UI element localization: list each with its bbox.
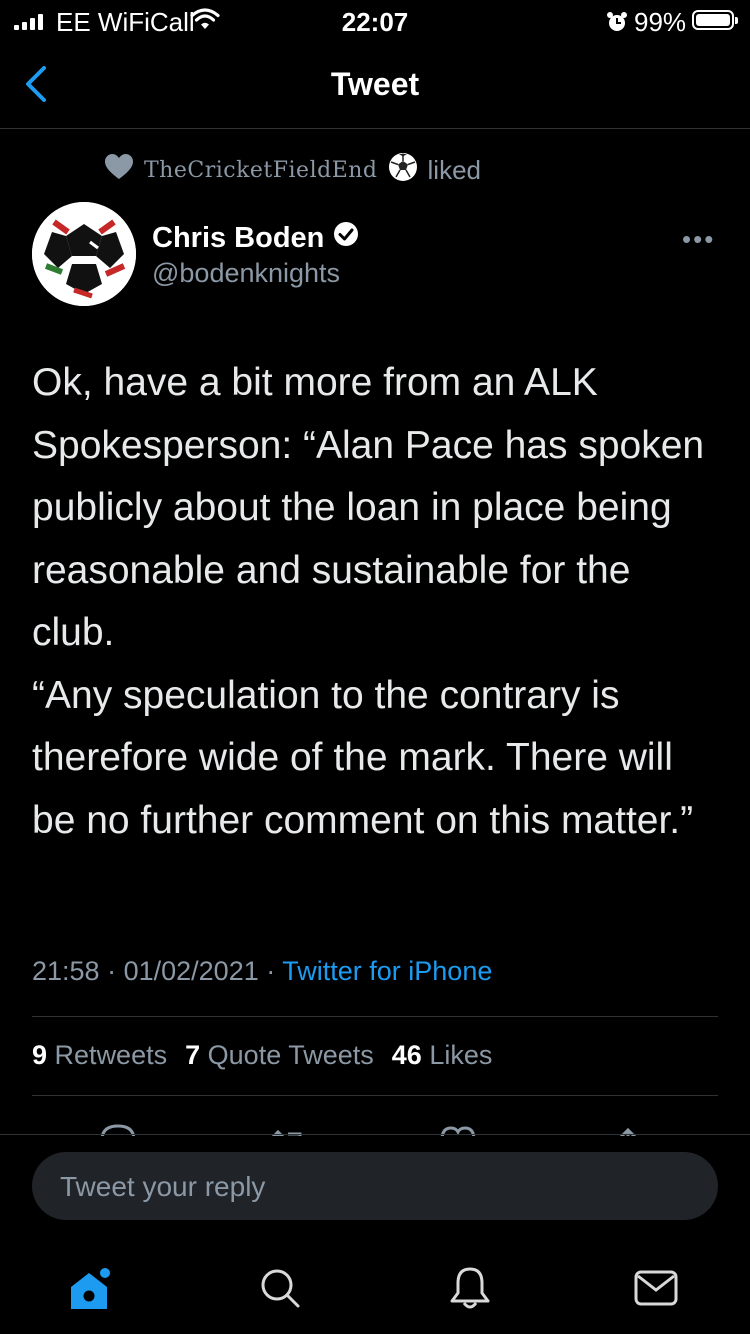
likes-stat[interactable]: 46 Likes bbox=[392, 1040, 493, 1071]
page-title: Tweet bbox=[330, 66, 420, 102]
quotes-count: 7 bbox=[185, 1040, 201, 1070]
social-context[interactable]: TheCricketFieldEnd liked bbox=[104, 152, 481, 188]
engagement-stats: 9 Retweets 7 Quote Tweets 46 Likes bbox=[32, 1040, 492, 1071]
battery-percentage: 99% bbox=[634, 7, 687, 37]
divider bbox=[0, 1134, 750, 1135]
avatar[interactable] bbox=[32, 202, 136, 306]
search-icon bbox=[261, 1269, 300, 1308]
author-name[interactable]: Chris Boden bbox=[152, 220, 360, 256]
separator-dot: · bbox=[266, 956, 283, 986]
reply-composer[interactable] bbox=[32, 1152, 718, 1222]
tweet-actions bbox=[32, 1116, 718, 1136]
home-icon bbox=[71, 1268, 110, 1309]
quotes-label: Quote Tweets bbox=[207, 1040, 374, 1070]
battery-icon bbox=[692, 10, 738, 30]
messages-icon bbox=[634, 1270, 678, 1306]
tab-messages[interactable] bbox=[626, 1258, 686, 1318]
retweets-count: 9 bbox=[32, 1040, 48, 1070]
retweets-label: Retweets bbox=[54, 1040, 168, 1070]
tweet-metadata: 21:58 · 01/02/2021 · Twitter for iPhone bbox=[32, 956, 492, 987]
separator-dot: · bbox=[107, 956, 124, 986]
likes-count: 46 bbox=[391, 1040, 422, 1070]
retweets-stat[interactable]: 9 Retweets bbox=[32, 1040, 167, 1071]
tab-bar bbox=[0, 1240, 750, 1334]
tab-home[interactable] bbox=[60, 1258, 120, 1318]
heart-icon bbox=[104, 153, 134, 188]
tweet-source-link[interactable]: Twitter for iPhone bbox=[282, 956, 492, 986]
tweet-body: Ok, have a bit more from an ALK Spokespe… bbox=[32, 352, 722, 852]
tab-notifications[interactable] bbox=[440, 1258, 500, 1318]
tweet-paragraph: Ok, have a bit more from an ALK Spokespe… bbox=[32, 361, 705, 654]
tweet-time: 21:58 bbox=[32, 956, 100, 986]
author-display-name: Chris Boden bbox=[152, 221, 325, 254]
tweet-date: 01/02/2021 bbox=[123, 956, 259, 986]
status-bar: EE WiFiCall 22:07 99% bbox=[0, 0, 750, 40]
navigation-header: Tweet bbox=[0, 40, 750, 129]
tweet-paragraph: “Any speculation to the contrary is ther… bbox=[32, 673, 694, 842]
soccer-ball-icon bbox=[388, 152, 418, 189]
quote-tweets-stat[interactable]: 7 Quote Tweets bbox=[185, 1040, 374, 1071]
reply-input[interactable] bbox=[58, 1152, 682, 1222]
more-options-icon[interactable]: ••• bbox=[682, 224, 715, 255]
notifications-icon bbox=[450, 1267, 490, 1309]
tab-search[interactable] bbox=[250, 1258, 310, 1318]
author-handle[interactable]: @bodenknights bbox=[152, 258, 340, 289]
divider bbox=[32, 1095, 718, 1096]
divider bbox=[32, 1016, 718, 1017]
likes-label: Likes bbox=[429, 1040, 493, 1070]
verified-badge-icon bbox=[332, 220, 360, 256]
liked-label: liked bbox=[427, 154, 481, 185]
liker-name: TheCricketFieldEnd bbox=[144, 157, 378, 183]
alarm-icon bbox=[606, 9, 628, 40]
